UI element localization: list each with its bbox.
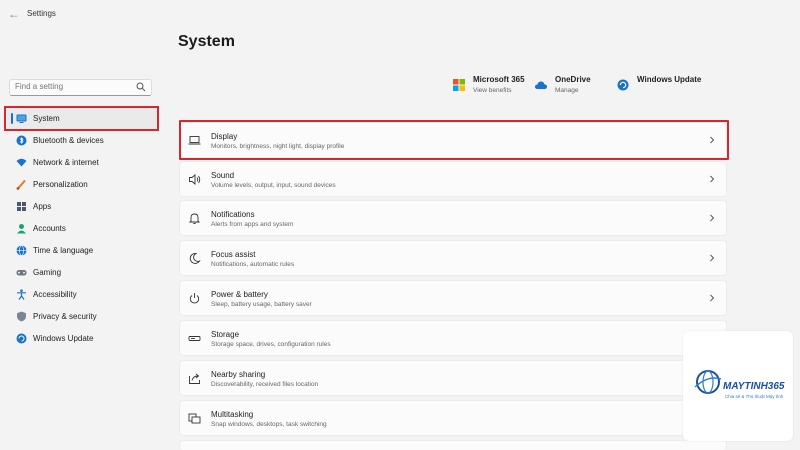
sidebar-item-label: Privacy & security — [33, 312, 97, 321]
card-subtitle: Alerts from apps and system — [211, 221, 294, 228]
watermark-logo: MAYTINH365 Chia sẻ & Thủ thuật Máy tính — [683, 331, 793, 441]
quick-link-title: Microsoft 365 — [473, 75, 525, 84]
sidebar-item-label: Accessibility — [33, 290, 77, 299]
page-title: System — [178, 33, 235, 50]
card-title: Nearby sharing — [211, 370, 266, 379]
watermark-tagline: Chia sẻ & Thủ thuật Máy tính — [725, 394, 784, 399]
share-icon — [188, 372, 201, 385]
back-arrow-icon[interactable]: ← — [8, 7, 20, 21]
chevron-right-icon — [710, 175, 715, 183]
window-title: Settings — [27, 9, 56, 18]
accessibility-icon — [16, 289, 27, 300]
chevron-right-icon — [710, 294, 715, 302]
card-subtitle: Notifications, automatic rules — [211, 261, 295, 268]
card-subtitle: Volume levels, output, input, sound devi… — [211, 182, 336, 189]
card-title: Storage — [211, 330, 240, 339]
sidebar-item-accessibility[interactable]: Accessibility — [7, 284, 157, 305]
update-icon — [16, 333, 27, 344]
search-input[interactable] — [15, 82, 133, 91]
wifi-icon — [16, 157, 27, 168]
power-icon — [188, 292, 201, 305]
card-subtitle: Sleep, battery usage, battery saver — [211, 301, 312, 308]
title-bar: ← Settings — [0, 0, 800, 28]
card-notifications[interactable]: Notifications Alerts from apps and syste… — [179, 200, 727, 236]
quick-link-microsoft-365[interactable]: Microsoft 365 View benefits — [453, 74, 533, 100]
watermark-brand: MAYTINH365 — [723, 381, 785, 392]
apps-icon — [16, 201, 27, 212]
sidebar-item-label: Windows Update — [33, 334, 94, 343]
card-power-battery[interactable]: Power & battery Sleep, battery usage, ba… — [179, 280, 727, 316]
selection-highlight-frame — [4, 106, 159, 131]
cloud-icon — [535, 81, 547, 89]
card-title: Focus assist — [211, 250, 256, 259]
sidebar-item-label: Time & language — [33, 246, 94, 255]
sidebar-item-personalization[interactable]: Personalization — [7, 174, 157, 195]
display-highlight-frame — [179, 120, 729, 160]
storage-icon — [188, 332, 201, 345]
gamepad-icon — [16, 267, 27, 278]
card-multitasking[interactable]: Multitasking Snap windows, desktops, tas… — [179, 400, 727, 436]
card-nearby-sharing[interactable]: Nearby sharing Discoverability, received… — [179, 360, 727, 396]
chevron-right-icon — [710, 214, 715, 222]
card-focus-assist[interactable]: Focus assist Notifications, automatic ru… — [179, 240, 727, 276]
speaker-icon — [188, 173, 201, 186]
bluetooth-icon — [16, 135, 27, 146]
sidebar-item-label: Accounts — [33, 224, 66, 233]
sidebar-item-privacy[interactable]: Privacy & security — [7, 306, 157, 327]
card-sound[interactable]: Sound Volume levels, output, input, soun… — [179, 161, 727, 197]
sidebar-item-label: Bluetooth & devices — [33, 136, 104, 145]
search-icon[interactable] — [136, 82, 146, 92]
card-title: Multitasking — [211, 410, 254, 419]
card-title: Notifications — [211, 210, 255, 219]
sidebar-item-apps[interactable]: Apps — [7, 196, 157, 217]
quick-link-title: Windows Update — [637, 75, 702, 84]
sidebar-item-network[interactable]: Network & internet — [7, 152, 157, 173]
quick-link-title: OneDrive — [555, 75, 591, 84]
chevron-right-icon — [710, 254, 715, 262]
card-storage[interactable]: Storage Storage space, drives, configura… — [179, 320, 727, 356]
multitask-icon — [188, 412, 201, 425]
globe-clock-icon — [16, 245, 27, 256]
person-icon — [16, 223, 27, 234]
sidebar-item-windows-update[interactable]: Windows Update — [7, 328, 157, 349]
bell-icon — [188, 212, 201, 225]
update-icon — [617, 79, 629, 91]
card-subtitle: Storage space, drives, configuration rul… — [211, 341, 331, 348]
card-subtitle: Discoverability, received files location — [211, 381, 319, 388]
quick-link-subtitle: View benefits — [473, 87, 512, 94]
sidebar-item-label: Apps — [33, 202, 52, 211]
card-next-partial — [179, 440, 727, 450]
card-subtitle: Snap windows, desktops, task switching — [211, 421, 327, 428]
sidebar-item-bluetooth[interactable]: Bluetooth & devices — [7, 130, 157, 151]
card-title: Power & battery — [211, 290, 268, 299]
moon-icon — [188, 252, 201, 265]
sidebar-item-label: Gaming — [33, 268, 62, 277]
microsoft-logo-icon — [453, 79, 465, 91]
sidebar-item-accounts[interactable]: Accounts — [7, 218, 157, 239]
sidebar-item-label: Network & internet — [33, 158, 99, 167]
quick-link-windows-update[interactable]: Windows Update — [617, 74, 702, 100]
card-title: Sound — [211, 171, 235, 180]
quick-link-onedrive[interactable]: OneDrive Manage — [535, 74, 605, 100]
quick-link-subtitle: Manage — [555, 87, 579, 94]
brush-icon — [16, 179, 27, 190]
globe-logo-icon — [694, 370, 722, 394]
shield-icon — [16, 311, 27, 322]
sidebar-item-time-language[interactable]: Time & language — [7, 240, 157, 261]
sidebar-item-gaming[interactable]: Gaming — [7, 262, 157, 283]
search-box[interactable] — [9, 79, 152, 96]
sidebar-item-label: Personalization — [33, 180, 88, 189]
